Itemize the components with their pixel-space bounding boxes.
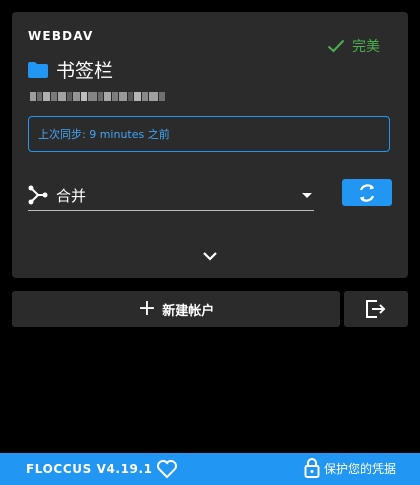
exit-icon [366, 300, 386, 318]
chevron-down-icon [302, 192, 312, 198]
chevron-down-icon[interactable] [202, 250, 218, 262]
last-sync-text: 上次同步: 9 minutes 之前 [38, 128, 170, 141]
exit-button[interactable] [344, 291, 408, 327]
plus-icon: + [137, 296, 157, 321]
sync-icon [359, 183, 375, 202]
lock-icon [304, 458, 320, 478]
app-version: FLOCCUS V4.19.1 [26, 462, 153, 476]
check-icon [327, 39, 345, 53]
sync-now-button[interactable] [342, 179, 392, 206]
last-sync-info: 上次同步: 9 minutes 之前 [28, 116, 390, 152]
server-url-blurred [30, 90, 180, 102]
folder-name: 书签栏 [56, 60, 114, 82]
folder-icon [28, 61, 48, 78]
merge-icon [28, 185, 48, 205]
account-type: WEBDAV [28, 29, 94, 43]
new-account-label: 新建帐户 [162, 303, 215, 319]
new-account-button[interactable]: + 新建帐户 [12, 291, 340, 327]
footer-bar: FLOCCUS V4.19.1 保护您的凭据 [0, 453, 420, 485]
strategy-select[interactable]: 合并 [28, 180, 314, 211]
protect-credentials-label: 保护您的凭据 [323, 461, 396, 476]
status-label: 完美 [352, 39, 380, 55]
strategy-value: 合并 [56, 186, 87, 205]
account-card: WEBDAV 完美 书签栏 上次同步: 9 minutes 之前 合并 [12, 12, 408, 278]
folder-row: 书签栏 [28, 56, 113, 83]
sync-status: 完美 [327, 36, 380, 56]
protect-credentials-link[interactable]: 保护您的凭据 [304, 458, 396, 478]
heart-icon[interactable] [156, 459, 178, 479]
